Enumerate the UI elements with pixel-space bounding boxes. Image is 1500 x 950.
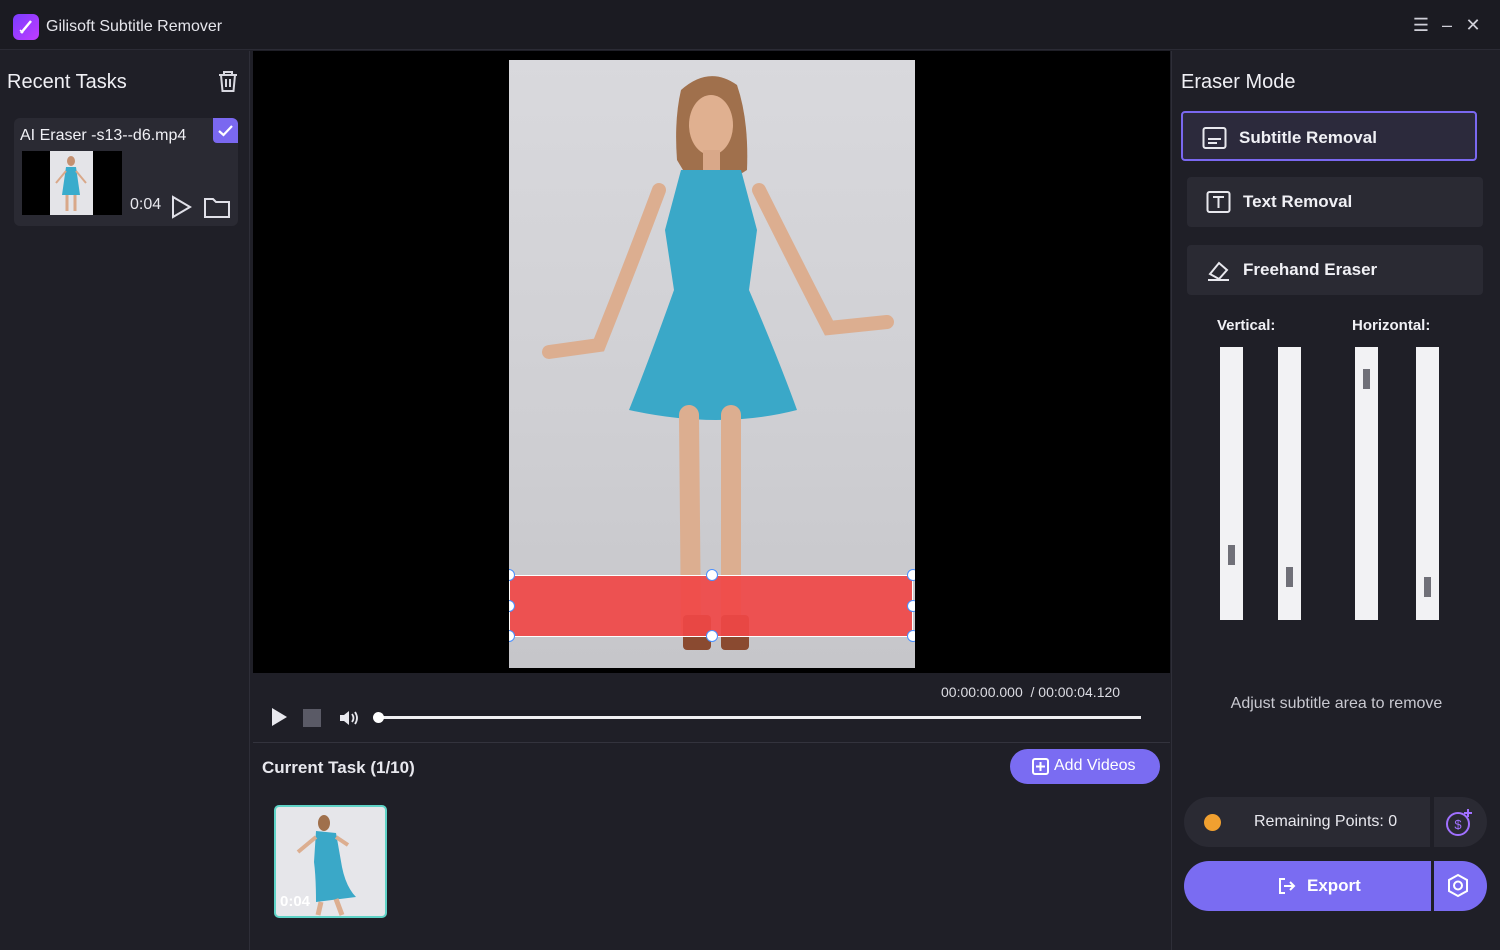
task-duration: 0:04	[130, 196, 162, 213]
video-frame	[509, 60, 915, 668]
eraser-icon	[1206, 258, 1231, 282]
export-button[interactable]: Export	[1184, 861, 1431, 911]
horizontal-label: Horizontal:	[1352, 317, 1431, 334]
subtitle-area-selection[interactable]	[509, 575, 913, 637]
subtitle-icon	[1202, 126, 1227, 150]
horizontal-left-slider[interactable]	[1355, 347, 1378, 620]
time-readout: 00:00:00.000 / 00:00:04.120	[941, 684, 1120, 700]
slider-knob[interactable]	[1228, 545, 1235, 565]
total-time: / 00:00:04.120	[1030, 684, 1121, 700]
subtitle-removal-button[interactable]: Subtitle Removal	[1181, 111, 1477, 161]
close-button[interactable]: ✕	[1462, 14, 1484, 36]
add-points-icon: $	[1446, 809, 1472, 836]
remaining-points: Remaining Points: 0	[1184, 797, 1430, 847]
app-title: Gilisoft Subtitle Remover	[46, 18, 223, 35]
seek-knob[interactable]	[373, 712, 384, 723]
resize-handle-top-right[interactable]	[907, 569, 915, 581]
gear-icon	[1448, 873, 1468, 898]
video-preview	[253, 51, 1170, 673]
coin-icon	[1204, 814, 1221, 831]
horizontal-right-slider[interactable]	[1416, 347, 1439, 620]
eraser-mode-panel: Eraser Mode Subtitle Removal Text Remova…	[1171, 51, 1500, 950]
current-video-thumbnail[interactable]: 0:04	[274, 805, 387, 918]
vertical-bottom-slider[interactable]	[1278, 347, 1301, 620]
remaining-points-label: Remaining Points: 0	[1254, 813, 1398, 830]
freehand-eraser-button[interactable]: Freehand Eraser	[1187, 245, 1483, 295]
add-videos-label: Add Videos	[1054, 757, 1136, 774]
recent-tasks-panel: Recent Tasks AI Eraser -s13--d6.mp4 0:04	[0, 51, 250, 950]
current-task-title: Current Task (1/10)	[262, 758, 415, 777]
text-removal-button[interactable]: Text Removal	[1187, 177, 1483, 227]
text-icon	[1206, 190, 1231, 214]
buy-points-button[interactable]: $	[1434, 797, 1487, 847]
svg-text:$: $	[1454, 817, 1462, 832]
app-window: Gilisoft Subtitle Remover ☰ – ✕ Recent T…	[0, 0, 1500, 950]
current-task-area: Current Task (1/10) Add Videos 0:04	[253, 744, 1170, 950]
task-thumbnail	[22, 151, 122, 215]
seek-bar[interactable]	[373, 712, 1141, 723]
eraser-mode-title: Eraser Mode	[1181, 71, 1296, 93]
task-checkbox[interactable]	[213, 118, 238, 143]
trash-icon[interactable]	[214, 67, 242, 95]
play-button[interactable]	[268, 706, 290, 728]
app-logo-icon	[13, 14, 39, 40]
resize-handle-top[interactable]	[706, 569, 718, 581]
add-icon	[1032, 758, 1049, 775]
recent-task-card[interactable]: AI Eraser -s13--d6.mp4 0:04	[14, 118, 238, 226]
play-icon[interactable]	[168, 194, 194, 220]
player-controls: 00:00:00.000 / 00:00:04.120	[253, 673, 1170, 743]
resize-handle-bottom-right[interactable]	[907, 630, 915, 642]
recent-tasks-title: Recent Tasks	[7, 71, 127, 93]
resize-handle-bottom[interactable]	[706, 630, 718, 642]
minimize-button[interactable]: –	[1436, 14, 1458, 36]
export-icon	[1277, 876, 1297, 896]
text-removal-label: Text Removal	[1243, 192, 1353, 211]
export-label: Export	[1307, 876, 1361, 895]
settings-button[interactable]	[1434, 861, 1487, 911]
task-file-name: AI Eraser -s13--d6.mp4	[20, 127, 187, 144]
subtitle-removal-label: Subtitle Removal	[1239, 128, 1377, 147]
slider-knob[interactable]	[1286, 567, 1293, 587]
add-videos-button[interactable]: Add Videos	[1010, 749, 1160, 784]
resize-handle-right[interactable]	[907, 600, 915, 612]
freehand-eraser-label: Freehand Eraser	[1243, 260, 1378, 279]
current-video-duration: 0:04	[280, 893, 311, 910]
current-time: 00:00:00.000	[941, 684, 1023, 700]
vertical-label: Vertical:	[1217, 317, 1276, 334]
hint-text: Adjust subtitle area to remove	[1230, 695, 1443, 712]
folder-icon[interactable]	[203, 195, 231, 219]
slider-knob[interactable]	[1424, 577, 1431, 597]
slider-knob[interactable]	[1363, 369, 1370, 389]
title-bar: Gilisoft Subtitle Remover ☰ – ✕	[0, 0, 1500, 50]
stop-button[interactable]	[303, 709, 321, 727]
menu-icon[interactable]: ☰	[1410, 14, 1432, 36]
vertical-top-slider[interactable]	[1220, 347, 1243, 620]
volume-icon[interactable]	[338, 707, 362, 729]
